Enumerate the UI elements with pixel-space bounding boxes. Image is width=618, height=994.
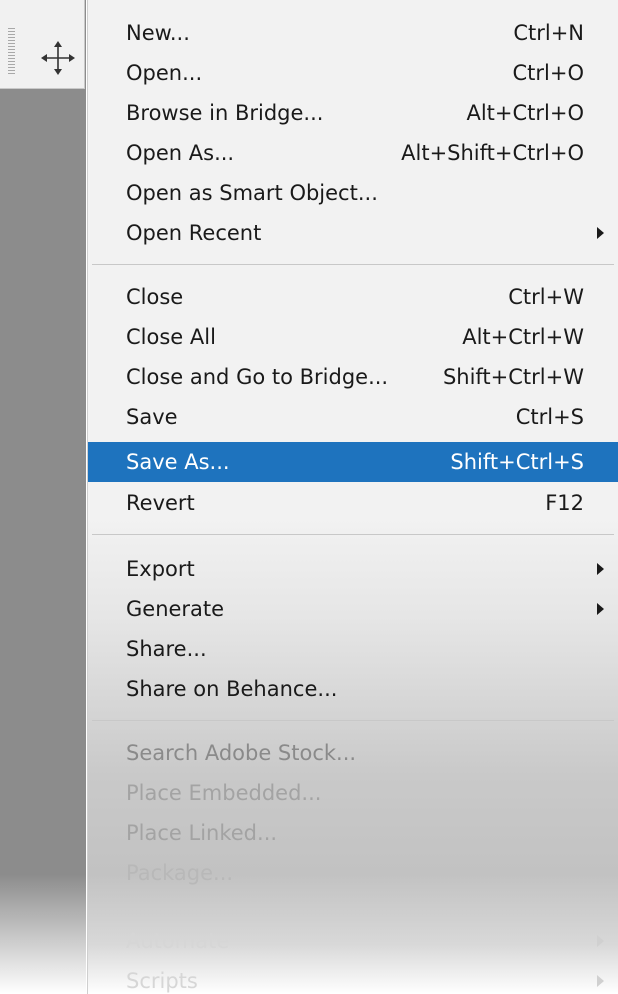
menu-item-label: Search Adobe Stock...	[126, 741, 357, 765]
submenu-arrow-icon	[597, 603, 604, 615]
submenu-arrow-icon	[597, 935, 604, 947]
menu-item-label: Open As...	[126, 141, 235, 165]
menu-item-label: Scripts	[126, 969, 198, 993]
menu-item-close[interactable]: Close Ctrl+W	[88, 278, 618, 316]
menu-item-place-embedded: Place Embedded...	[88, 774, 618, 812]
menu-item-label: New...	[126, 21, 190, 45]
menu-item-label: Open Recent	[126, 221, 262, 245]
menu-item-label: Share...	[126, 637, 207, 661]
menu-item-label: Export	[126, 557, 195, 581]
menu-item-label: Close All	[126, 325, 216, 349]
move-tool-icon[interactable]	[38, 38, 78, 78]
menu-item-label: Revert	[126, 491, 195, 515]
menu-item-shortcut: Ctrl+W	[508, 285, 584, 309]
menu-item-label: Generate	[126, 597, 225, 621]
tools-panel	[0, 0, 86, 994]
menu-separator	[92, 264, 614, 265]
menu-item-label: Share on Behance...	[126, 677, 338, 701]
menu-item-automate: Automate	[88, 922, 618, 960]
submenu-arrow-icon	[597, 227, 604, 239]
menu-item-open-recent[interactable]: Open Recent	[88, 214, 618, 252]
menu-item-package: Package...	[88, 854, 618, 892]
panel-grip-handle[interactable]	[8, 28, 15, 74]
menu-item-shortcut: Ctrl+N	[513, 21, 584, 45]
menu-item-open[interactable]: Open... Ctrl+O	[88, 54, 618, 92]
menu-item-label: Close	[126, 285, 184, 309]
menu-item-shortcut: Shift+Ctrl+S	[450, 450, 584, 474]
menu-item-export[interactable]: Export	[88, 550, 618, 588]
menu-item-label: Open...	[126, 61, 203, 85]
menu-item-label: Place Linked...	[126, 821, 278, 845]
menu-item-shortcut: Alt+Ctrl+W	[462, 325, 584, 349]
menu-item-generate[interactable]: Generate	[88, 590, 618, 628]
menu-item-revert[interactable]: Revert F12	[88, 484, 618, 522]
menu-item-label: Save	[126, 405, 178, 429]
menu-item-share[interactable]: Share...	[88, 630, 618, 668]
menu-item-shortcut: Ctrl+O	[512, 61, 585, 85]
submenu-arrow-icon	[597, 563, 604, 575]
menu-item-label: Package...	[126, 861, 234, 885]
menu-item-save-as[interactable]: Save As... Shift+Ctrl+S	[88, 442, 618, 482]
menu-item-shortcut: Shift+Ctrl+W	[442, 365, 584, 389]
menu-item-close-and-go-to-bridge[interactable]: Close and Go to Bridge... Shift+Ctrl+W	[88, 358, 618, 396]
menu-separator	[92, 720, 614, 721]
menu-item-shortcut: F12	[545, 491, 584, 515]
menu-item-label: Place Embedded...	[126, 781, 322, 805]
menu-item-label: Automate	[126, 929, 230, 953]
menu-item-shortcut: Alt+Shift+Ctrl+O	[401, 141, 584, 165]
menu-item-scripts: Scripts	[88, 962, 618, 994]
menu-item-close-all[interactable]: Close All Alt+Ctrl+W	[88, 318, 618, 356]
menu-item-place-linked: Place Linked...	[88, 814, 618, 852]
menu-item-shortcut: Alt+Ctrl+O	[466, 101, 584, 125]
file-menu-dropdown: New... Ctrl+N Open... Ctrl+O Browse in B…	[88, 0, 618, 994]
menu-item-open-as-smart-object[interactable]: Open as Smart Object...	[88, 174, 618, 212]
menu-item-label: Save As...	[126, 450, 230, 474]
menu-item-save[interactable]: Save Ctrl+S	[88, 398, 618, 436]
menu-item-shortcut: Ctrl+S	[515, 405, 584, 429]
menu-item-search-adobe-stock: Search Adobe Stock...	[88, 734, 618, 772]
menu-item-share-on-behance[interactable]: Share on Behance...	[88, 670, 618, 708]
menu-item-label: Open as Smart Object...	[126, 181, 378, 205]
menu-item-label: Close and Go to Bridge...	[126, 365, 389, 389]
menu-separator	[92, 534, 614, 535]
menu-item-open-as[interactable]: Open As... Alt+Shift+Ctrl+O	[88, 134, 618, 172]
menu-item-browse-in-bridge[interactable]: Browse in Bridge... Alt+Ctrl+O	[88, 94, 618, 132]
menu-item-label: Browse in Bridge...	[126, 101, 324, 125]
submenu-arrow-icon	[597, 975, 604, 987]
menu-item-new[interactable]: New... Ctrl+N	[88, 14, 618, 52]
tool-slot-move[interactable]	[0, 0, 85, 89]
